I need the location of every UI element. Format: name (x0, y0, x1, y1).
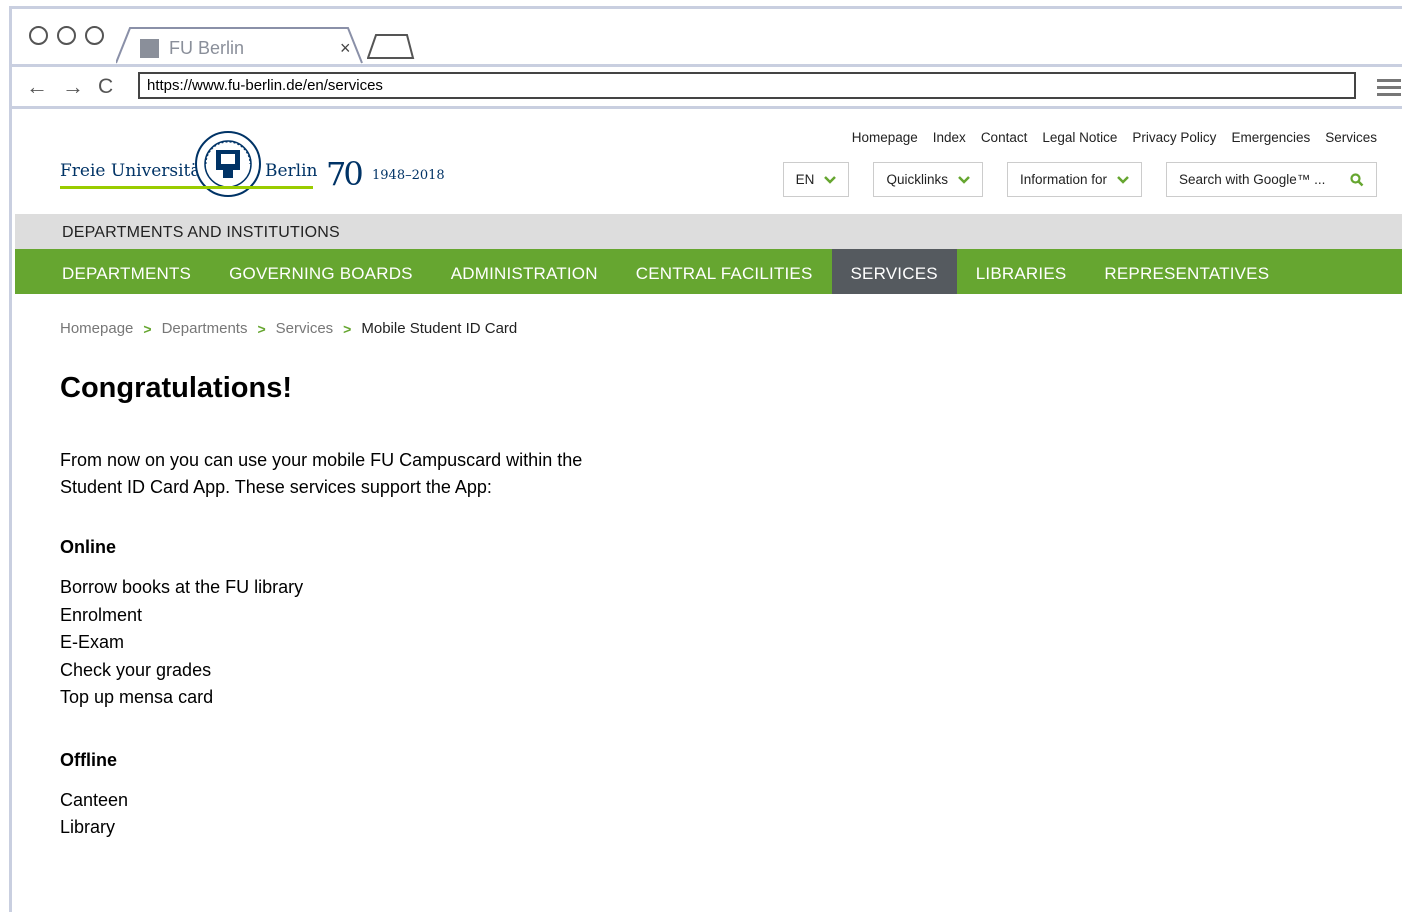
service-link-legal-notice[interactable]: Legal Notice (1042, 130, 1117, 145)
service-links: Homepage Index Contact Legal Notice Priv… (852, 130, 1377, 145)
list-item: Check your grades (60, 659, 212, 680)
nav-item-administration[interactable]: ADMINISTRATION (432, 249, 617, 294)
nav-item-departments[interactable]: DEPARTMENTS (43, 249, 210, 294)
language-dropdown[interactable]: EN (782, 162, 850, 197)
tab-close-icon[interactable]: × (340, 38, 351, 59)
navigation-buttons: ← → C (26, 75, 113, 99)
intro-text: From now on you can use your mobile FU C… (60, 447, 760, 501)
service-link-index[interactable]: Index (933, 130, 966, 145)
maximize-window-button[interactable] (85, 26, 104, 45)
close-window-button[interactable] (29, 26, 48, 45)
search-placeholder: Search with Google™ ... (1179, 172, 1326, 187)
search-icon[interactable] (1350, 172, 1364, 187)
menu-icon[interactable] (1377, 79, 1401, 100)
nav-item-representatives[interactable]: REPRESENTATIVES (1085, 249, 1288, 294)
main-content: Congratulations! From now on you can use… (60, 372, 760, 880)
offline-list: Canteen Library (60, 787, 760, 842)
anniversary-mark: 70 (326, 155, 364, 193)
intro-line-1: From now on you can use your mobile FU C… (60, 450, 583, 470)
browser-chrome: FU Berlin × ← → C https://www.fu-berlin.… (12, 9, 1402, 109)
breadcrumb-departments[interactable]: Departments (162, 320, 248, 337)
list-item: Top up mensa card (60, 687, 214, 707)
chevron-down-icon (824, 175, 837, 184)
chevron-right-icon: > (257, 320, 266, 337)
service-link-homepage[interactable]: Homepage (852, 130, 918, 145)
window-controls (29, 26, 104, 45)
nav-item-governing-boards[interactable]: GOVERNING BOARDS (210, 249, 432, 294)
list-item: Library (60, 817, 116, 837)
chevron-right-icon: > (343, 320, 352, 337)
online-heading: Online (60, 537, 117, 557)
minimize-window-button[interactable] (57, 26, 76, 45)
information-for-dropdown[interactable]: Information for (1006, 162, 1142, 197)
search-input[interactable]: Search with Google™ ... (1166, 162, 1377, 197)
quicklinks-dropdown[interactable]: Quicklinks (873, 162, 983, 197)
header-controls: EN Quicklinks Information for Search wit… (782, 162, 1377, 197)
main-navigation: DEPARTMENTS GOVERNING BOARDS ADMINISTRAT… (15, 249, 1402, 294)
service-link-emergencies[interactable]: Emergencies (1231, 130, 1310, 145)
breadcrumb-services[interactable]: Services (276, 320, 334, 337)
chevron-down-icon (1117, 175, 1129, 184)
browser-window: FU Berlin × ← → C https://www.fu-berlin.… (9, 6, 1402, 912)
list-item: Canteen (60, 789, 129, 810)
service-link-privacy-policy[interactable]: Privacy Policy (1132, 130, 1216, 145)
information-for-label: Information for (1019, 172, 1107, 187)
fu-berlin-logo[interactable]: Freie Universität Berlin 70 1948–2018 (60, 128, 460, 208)
intro-line-2: Student ID Card App. These services supp… (60, 477, 492, 497)
chevron-right-icon: > (143, 320, 152, 337)
forward-arrow-icon[interactable]: → (62, 75, 84, 99)
list-item: Borrow books at the FU library (60, 577, 304, 597)
service-link-services[interactable]: Services (1325, 130, 1377, 145)
logo-underline (60, 186, 313, 189)
favicon-icon (140, 39, 159, 58)
reload-icon[interactable]: C (98, 75, 113, 99)
back-arrow-icon[interactable]: ← (26, 75, 48, 99)
new-tab-button[interactable] (367, 33, 415, 59)
browser-tab[interactable]: FU Berlin × (116, 26, 366, 64)
chrome-divider (12, 106, 1402, 109)
nav-item-services[interactable]: SERVICES (831, 249, 957, 294)
tab-title: FU Berlin (169, 38, 245, 58)
list-item: Enrolment (60, 604, 143, 625)
quicklinks-label: Quicklinks (886, 172, 948, 187)
breadcrumb-homepage[interactable]: Homepage (60, 320, 133, 337)
offline-heading: Offline (60, 749, 117, 770)
page-title: Congratulations! (60, 372, 292, 404)
service-link-contact[interactable]: Contact (981, 130, 1028, 145)
tab-strip-divider (12, 64, 1402, 67)
chevron-down-icon (958, 175, 970, 184)
logo-name-right: Berlin (265, 161, 318, 181)
nav-item-central-facilities[interactable]: CENTRAL FACILITIES (617, 249, 832, 294)
online-list: Borrow books at the FU library Enrolment… (60, 574, 760, 712)
logo-name-left: Freie Universität (60, 161, 208, 181)
breadcrumb-current: Mobile Student ID Card (361, 320, 518, 337)
anniversary-years: 1948–2018 (372, 168, 445, 183)
list-item: E-Exam (60, 632, 125, 652)
section-title[interactable]: DEPARTMENTS AND INSTITUTIONS (15, 214, 1402, 249)
url-bar[interactable]: https://www.fu-berlin.de/en/services (138, 72, 1356, 99)
breadcrumb: Homepage > Departments > Services > Mobi… (60, 320, 517, 337)
nav-item-libraries[interactable]: LIBRARIES (957, 249, 1086, 294)
language-label: EN (795, 172, 815, 187)
